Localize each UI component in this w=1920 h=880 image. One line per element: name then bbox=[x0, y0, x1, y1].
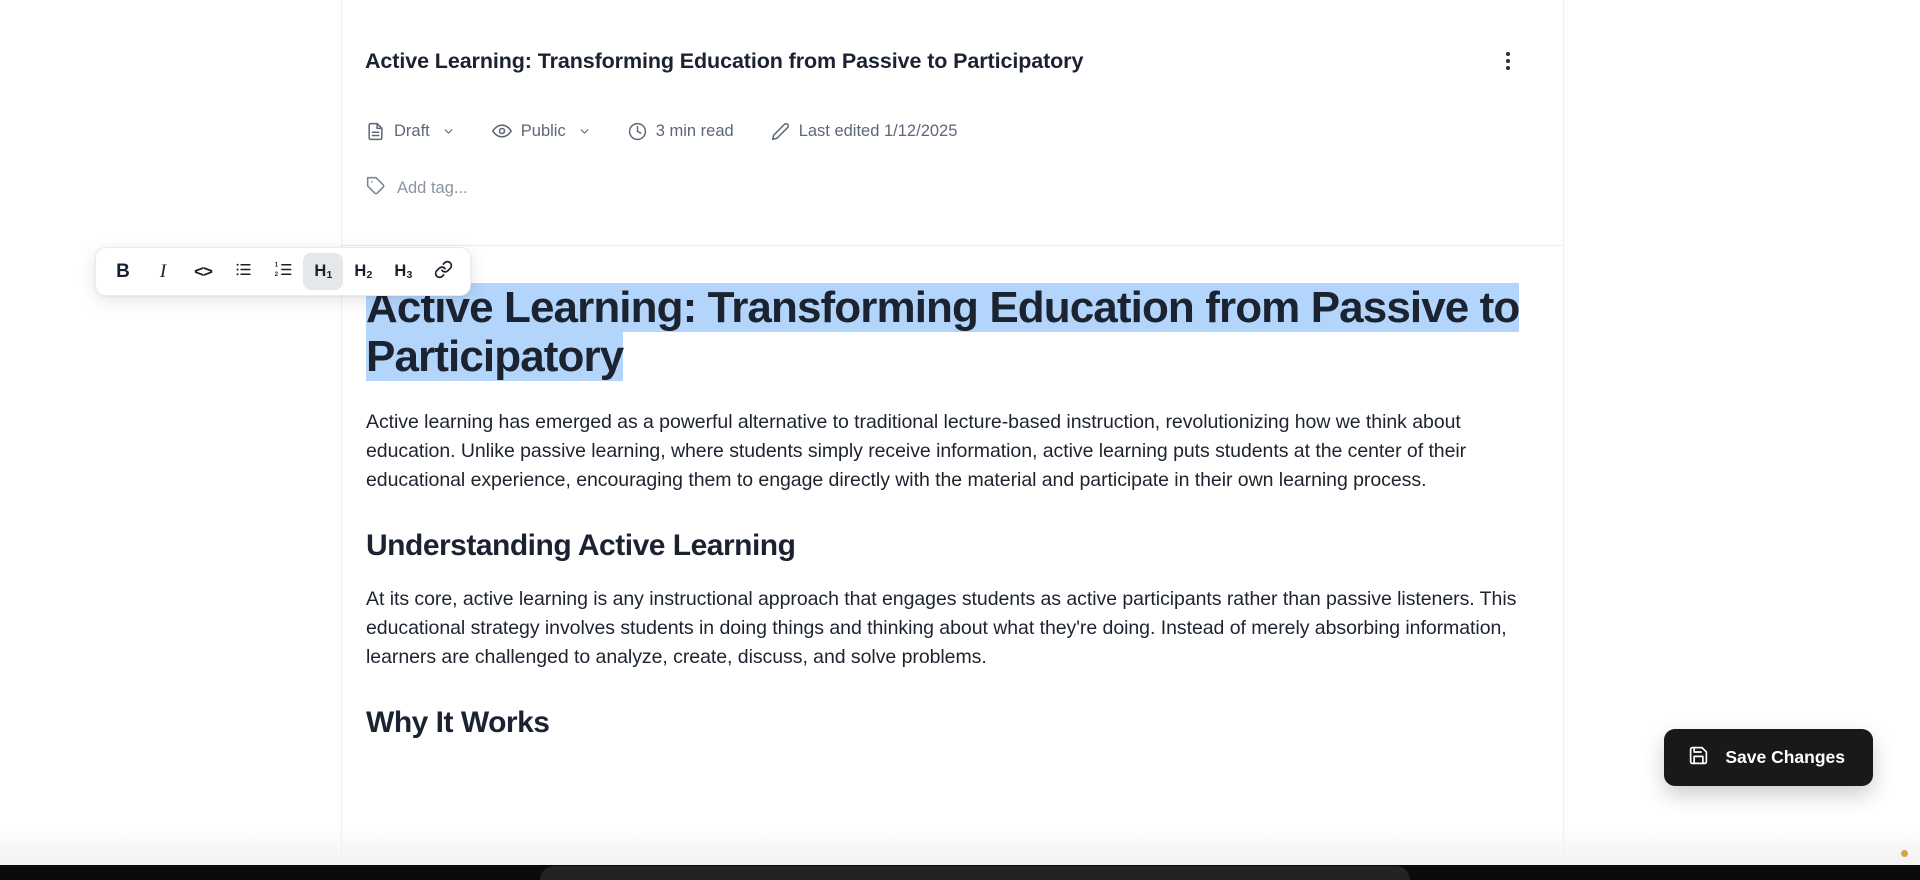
link-button[interactable] bbox=[423, 253, 463, 290]
read-time-meta: 3 min read bbox=[628, 122, 771, 141]
heading-3-label: H3 bbox=[394, 262, 413, 282]
bold-button[interactable]: B bbox=[103, 253, 143, 290]
bullet-list-button[interactable] bbox=[223, 253, 263, 290]
heading-3-button[interactable]: H3 bbox=[383, 253, 423, 290]
status-label: Draft bbox=[394, 121, 430, 140]
save-changes-label: Save Changes bbox=[1725, 747, 1845, 767]
link-icon bbox=[434, 260, 453, 284]
document-icon bbox=[366, 122, 385, 141]
bottom-sheet-handle[interactable] bbox=[540, 866, 1410, 880]
code-button[interactable]: <> bbox=[183, 253, 223, 290]
document-heading-2[interactable]: Understanding Active Learning bbox=[366, 529, 1525, 563]
document-paragraph[interactable]: At its core, active learning is any inst… bbox=[366, 585, 1525, 672]
tag-icon bbox=[366, 176, 386, 201]
svg-text:1: 1 bbox=[274, 262, 278, 268]
heading-2-button[interactable]: H2 bbox=[343, 253, 383, 290]
pencil-icon bbox=[771, 122, 790, 141]
add-tag-input[interactable] bbox=[397, 177, 697, 200]
kebab-dot bbox=[1506, 59, 1510, 63]
document-heading-1[interactable]: Active Learning: Transforming Education … bbox=[366, 283, 1525, 382]
italic-label: I bbox=[159, 260, 167, 282]
editor-app: Active Learning: Transforming Education … bbox=[0, 0, 1920, 880]
numbered-list-icon: 1 2 bbox=[274, 260, 293, 284]
document-title-row: Active Learning: Transforming Education … bbox=[365, 46, 1529, 76]
kebab-dot bbox=[1506, 52, 1510, 56]
save-changes-button[interactable]: Save Changes bbox=[1664, 729, 1873, 786]
italic-button[interactable]: I bbox=[143, 253, 183, 290]
bullet-list-icon bbox=[234, 260, 253, 284]
bold-label: B bbox=[116, 260, 130, 282]
page-title: Active Learning: Transforming Education … bbox=[365, 48, 1084, 73]
left-page-gutter bbox=[0, 0, 342, 865]
code-label: <> bbox=[194, 261, 213, 281]
document-heading-2[interactable]: Why It Works bbox=[366, 706, 1525, 740]
selected-title-text: Active Learning: Transforming Education … bbox=[366, 283, 1520, 382]
visibility-dropdown-public[interactable]: Public bbox=[491, 121, 628, 141]
chevron-down-icon bbox=[442, 125, 455, 138]
status-indicator-dot bbox=[1901, 850, 1908, 857]
formatting-toolbar: B I <> 1 2 H1 H2 H3 bbox=[95, 247, 471, 296]
floppy-disk-icon bbox=[1688, 745, 1709, 771]
read-time-label: 3 min read bbox=[655, 121, 734, 140]
document-paragraph[interactable]: Active learning has emerged as a powerfu… bbox=[366, 408, 1525, 495]
more-options-kebab-icon[interactable] bbox=[1493, 46, 1523, 76]
document-editor-body[interactable]: Active Learning: Transforming Education … bbox=[342, 247, 1563, 865]
document-header: Active Learning: Transforming Education … bbox=[342, 0, 1563, 246]
last-edited-meta: Last edited 1/12/2025 bbox=[771, 122, 995, 141]
kebab-dot bbox=[1506, 66, 1510, 70]
numbered-list-button[interactable]: 1 2 bbox=[263, 253, 303, 290]
heading-2-label: H2 bbox=[354, 262, 373, 282]
document-meta-row: Draft Public 3 min read Last edited 1/12… bbox=[366, 121, 994, 141]
status-dropdown-draft[interactable]: Draft bbox=[366, 122, 492, 141]
heading-1-button[interactable]: H1 bbox=[303, 253, 343, 290]
clock-icon bbox=[628, 122, 647, 141]
heading-1-label: H1 bbox=[314, 262, 333, 282]
visibility-label: Public bbox=[520, 121, 566, 140]
tag-row bbox=[366, 176, 697, 201]
eye-icon bbox=[491, 121, 512, 141]
chevron-down-icon bbox=[578, 125, 591, 138]
last-edited-label: Last edited 1/12/2025 bbox=[798, 121, 958, 140]
svg-text:2: 2 bbox=[274, 272, 278, 278]
